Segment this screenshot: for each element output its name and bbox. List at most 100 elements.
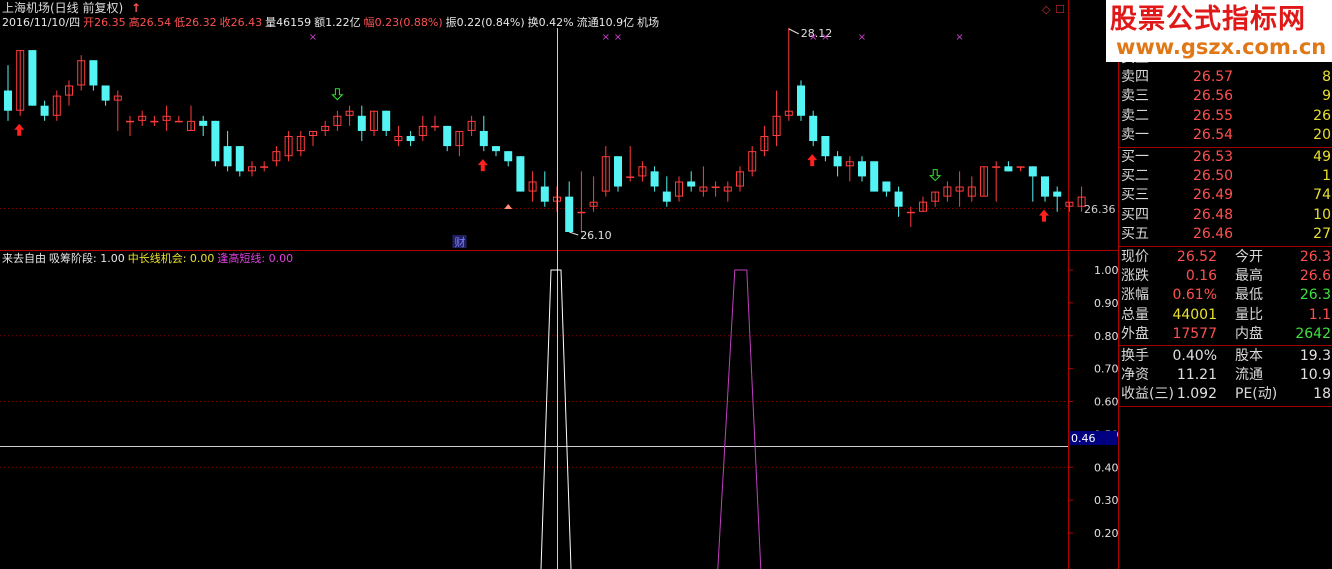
candle xyxy=(235,146,244,177)
candle-body xyxy=(662,191,671,202)
stat-value: 1.092 xyxy=(1176,386,1217,403)
candle-body xyxy=(650,171,659,187)
indicator-line-white xyxy=(540,269,572,569)
buy-up-arrow-icon xyxy=(1039,209,1049,222)
candle xyxy=(1041,176,1049,202)
candle xyxy=(589,176,598,212)
indicator-param-3-value: 0.00 xyxy=(268,252,294,265)
turnover-value: 换0.42% xyxy=(527,16,574,29)
stat-label: 现价 xyxy=(1121,249,1149,265)
order-book-volume: 27 xyxy=(1313,225,1331,242)
candle-body xyxy=(101,85,110,101)
candle xyxy=(16,50,25,116)
candle-body xyxy=(4,90,12,111)
signal-x-mark: × xyxy=(309,32,317,43)
candle-body xyxy=(211,120,220,162)
finance-badge: 财 xyxy=(455,235,466,249)
candle-body xyxy=(833,156,842,167)
candle xyxy=(394,125,403,147)
candle xyxy=(28,50,37,106)
order-book-price: 26.50 xyxy=(1193,168,1234,185)
candle-body xyxy=(809,115,818,142)
candle xyxy=(333,110,342,131)
short-name: 机场 xyxy=(637,16,660,29)
order-book-price: 26.56 xyxy=(1193,88,1234,105)
candle-body xyxy=(1004,166,1013,172)
high-value: 26.54 xyxy=(139,16,172,29)
candle-body xyxy=(235,146,244,172)
order-book-price: 26.46 xyxy=(1193,225,1234,242)
restore-icon[interactable]: ◇ xyxy=(1042,3,1050,16)
indicator-param-2: 中长线机会: 0.00 xyxy=(127,252,215,265)
order-book-volume: 26 xyxy=(1313,107,1331,124)
trough-pointer xyxy=(569,231,579,236)
candle-body xyxy=(89,60,98,86)
candle xyxy=(370,110,378,136)
panel-separator xyxy=(1119,405,1332,407)
candle xyxy=(711,181,720,197)
maximize-icon[interactable]: ☐ xyxy=(1055,3,1065,16)
candle xyxy=(614,156,622,192)
candle xyxy=(248,161,256,177)
candle xyxy=(967,176,976,202)
candle-body xyxy=(199,120,208,126)
order-book-label: 买二 xyxy=(1121,168,1149,185)
stat-label: 净资 xyxy=(1121,367,1149,384)
indicator-axis-label: 0.60 xyxy=(1094,396,1118,409)
chart-area[interactable]: 28.12 26.10 × × × × × × × 财 26.36 1.00 0.90 0.80 0.70 0… xyxy=(0,0,1118,569)
stat-label: 内盘 xyxy=(1235,325,1263,342)
candle xyxy=(638,161,647,182)
order-book-volume: 9 xyxy=(1322,88,1331,105)
buy-up-arrow-icon xyxy=(14,123,25,136)
candle xyxy=(516,156,525,192)
change-value: 0.23(0.88%) xyxy=(374,16,443,29)
stat-value: 11.21 xyxy=(1176,367,1217,384)
candle xyxy=(821,136,830,162)
banner-url: www.gszx.com.cn xyxy=(1116,35,1327,59)
candle xyxy=(504,151,513,167)
candle xyxy=(1004,161,1013,172)
candle-body xyxy=(565,196,574,232)
candle xyxy=(113,90,122,131)
candle xyxy=(162,105,171,131)
candle xyxy=(894,186,903,217)
indicator-name[interactable]: 来去自由 xyxy=(2,252,46,265)
stock-title: 上海机场(日线 前复权) xyxy=(2,1,124,15)
kline-chart[interactable]: 28.1226.10× × × × × × ×财26.361.000.900.800.700… xyxy=(0,0,1118,569)
candle xyxy=(845,156,854,182)
candle xyxy=(309,130,317,147)
candle xyxy=(528,171,537,202)
stat-row: 涨幅 0.61% 最低 26.3 xyxy=(1119,286,1332,305)
candle xyxy=(1065,201,1074,212)
banner-title: 股票公式指标网 xyxy=(1110,4,1306,35)
candle xyxy=(126,115,134,136)
order-book-price: 26.53 xyxy=(1193,149,1234,165)
order-book-label: 买四 xyxy=(1121,206,1149,223)
candle xyxy=(492,146,500,157)
candle xyxy=(52,90,61,121)
stat-row: 外盘 17577 内盘 2642 xyxy=(1119,325,1332,344)
stat-label: 量比 xyxy=(1235,306,1263,323)
indicator-axis-label: 0.30 xyxy=(1094,494,1118,507)
candle xyxy=(797,80,805,121)
candle xyxy=(101,85,110,106)
stat-value: 19.3 xyxy=(1299,348,1331,364)
candle-body xyxy=(540,186,549,202)
candle-body xyxy=(406,136,415,142)
order-book-label: 卖一 xyxy=(1121,126,1149,143)
candle xyxy=(174,115,183,123)
candle xyxy=(980,166,988,197)
indicator-param-3-label: 逢高短线: xyxy=(217,252,269,265)
candle xyxy=(40,100,49,121)
indicator-bar[interactable]: 来去自由 吸筹阶段: 1.00 中长线机会: 0.00 逢高短线: 0.00 xyxy=(2,252,293,266)
order-book-price: 26.55 xyxy=(1193,107,1234,124)
candle-body xyxy=(870,161,879,192)
candle-body xyxy=(382,110,391,131)
candle-body xyxy=(223,146,232,167)
candle xyxy=(687,171,696,192)
stat-row: 换手 0.40% 股本 19.3 xyxy=(1119,347,1332,366)
candle-body xyxy=(357,115,366,131)
panel-separator xyxy=(1119,246,1332,247)
candle xyxy=(284,130,293,162)
float-value: 流通10.9亿 xyxy=(576,16,635,29)
